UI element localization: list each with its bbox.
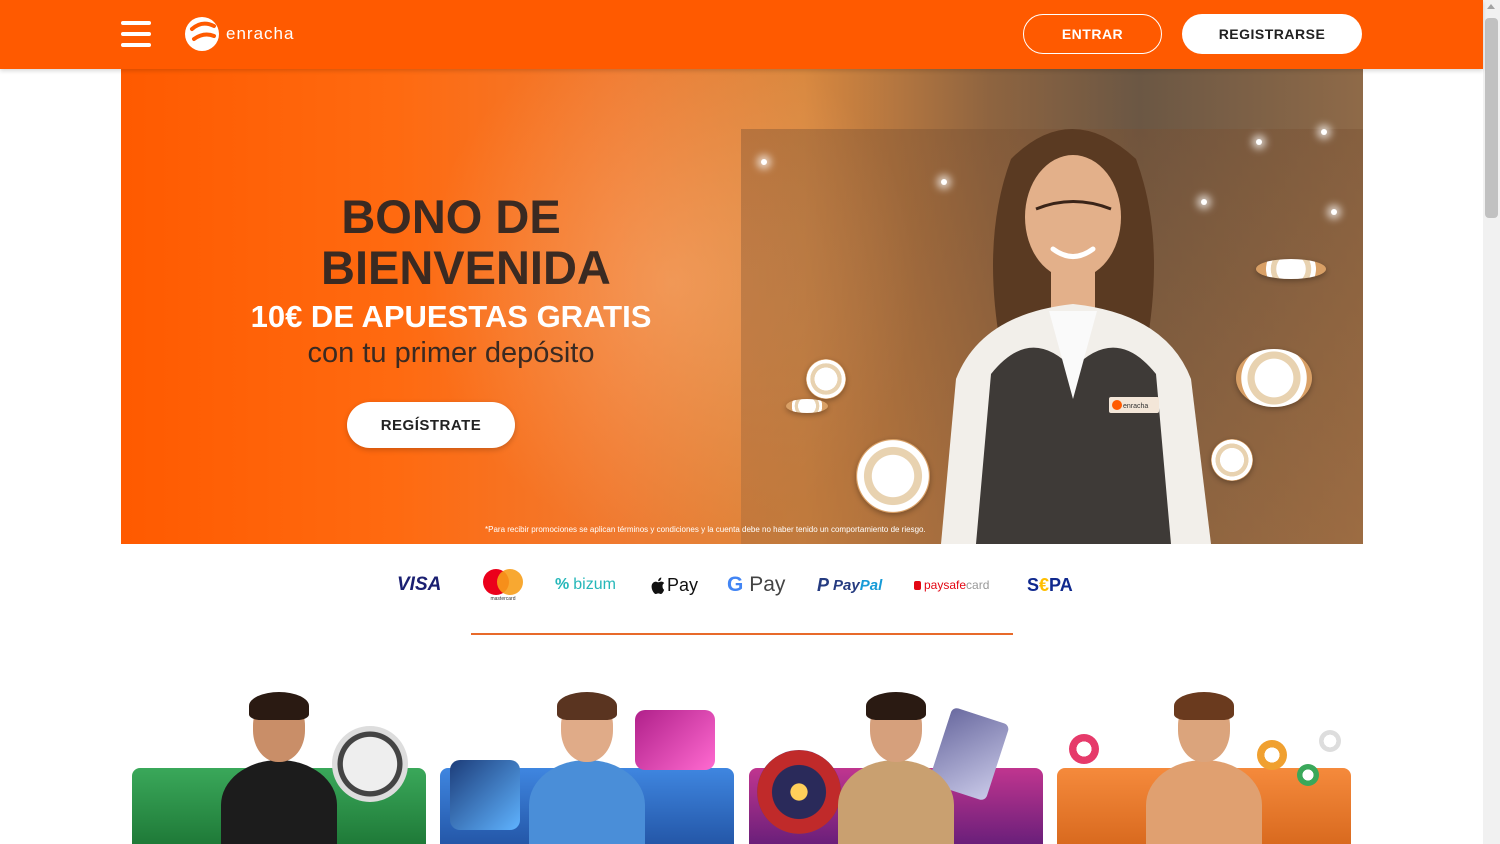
bingo-ball-icon xyxy=(1297,764,1319,786)
lock-icon xyxy=(914,580,921,590)
player-image xyxy=(1146,692,1262,844)
scroll-thumb[interactable] xyxy=(1485,18,1498,218)
casino-chip-icon xyxy=(806,359,846,399)
bingo-ball-icon xyxy=(1069,734,1099,764)
player-image xyxy=(838,692,954,844)
category-card-slots[interactable] xyxy=(440,690,734,844)
slot-machine-icon xyxy=(635,710,715,770)
top-header: enracha ENTRAR REGISTRARSE xyxy=(0,0,1483,69)
bingo-ball-icon xyxy=(1319,730,1341,752)
register-button[interactable]: REGISTRARSE xyxy=(1182,14,1362,54)
mastercard-circles-icon xyxy=(483,568,523,595)
ceiling-light xyxy=(761,159,767,165)
casino-chip-icon xyxy=(856,439,930,513)
banner-disclaimer: *Para recibir promociones se aplican tér… xyxy=(485,525,926,534)
ceiling-light xyxy=(1256,139,1262,145)
bizum-label: bizum xyxy=(573,576,616,593)
banner-title: BONO DE BIENVENIDA xyxy=(321,190,611,294)
casino-chip-icon xyxy=(1211,439,1253,481)
sepa-euro-icon: € xyxy=(1039,574,1050,595)
apple-pay-label: Pay xyxy=(667,574,699,595)
bizum-mark-icon: % xyxy=(555,576,570,593)
paysafecard-logo: paysafe card xyxy=(914,565,989,605)
logo-text: enracha xyxy=(226,24,295,43)
casino-chip-icon xyxy=(1256,259,1326,279)
welcome-bonus-banner[interactable]: enracha BONO DE BIENVENIDA 10€ DE APUEST… xyxy=(121,69,1363,544)
sepa-label-1: S xyxy=(1027,574,1040,595)
logo[interactable]: enracha xyxy=(184,14,294,54)
mastercard-label: mastercard xyxy=(490,595,516,602)
mastercard-logo: mastercard xyxy=(482,565,524,605)
scrollbar[interactable] xyxy=(1483,0,1500,844)
category-card-bingo[interactable] xyxy=(1057,690,1351,844)
casino-chip-icon xyxy=(786,399,828,413)
sepa-label-2: PA xyxy=(1049,574,1073,595)
paypal-label-1: Pay xyxy=(833,576,860,594)
page: enracha ENTRAR REGISTRARSE enracha BONO … xyxy=(0,0,1500,844)
roulette-icon xyxy=(757,750,841,834)
menu-icon[interactable] xyxy=(121,21,151,47)
player-image xyxy=(221,692,337,844)
ceiling-light xyxy=(1321,129,1327,135)
paysafe-card-label: card xyxy=(966,578,990,592)
paypal-p-icon: P xyxy=(817,574,830,595)
soccer-ball-icon xyxy=(332,726,408,802)
apple-icon xyxy=(651,577,665,594)
login-button[interactable]: ENTRAR xyxy=(1023,14,1162,54)
register-cta-button[interactable]: REGÍSTRATE xyxy=(347,402,515,448)
section-divider xyxy=(471,633,1013,635)
paypal-label-2: Pal xyxy=(859,576,883,594)
bingo-ball-icon xyxy=(1257,740,1287,770)
badge-text: enracha xyxy=(1123,403,1148,410)
slot-machine-icon xyxy=(450,760,520,830)
scroll-up-arrow-icon[interactable] xyxy=(1487,4,1495,9)
google-pay-logo: G Pay xyxy=(727,565,785,605)
sepa-logo: S € PA xyxy=(1027,565,1073,605)
category-card-casino[interactable] xyxy=(749,690,1043,844)
google-pay-label: Pay xyxy=(749,573,786,596)
banner-title-line1: BONO DE xyxy=(341,190,561,243)
paysafe-label: paysafe xyxy=(924,578,967,592)
casino-chip-icon xyxy=(1236,349,1312,407)
category-card-sports[interactable] xyxy=(132,690,426,844)
visa-logo: VISA xyxy=(397,574,442,595)
paypal-logo: P Pay Pal xyxy=(817,565,882,605)
banner-title-line2: BIENVENIDA xyxy=(321,241,611,294)
banner-subtitle-2: con tu primer depósito xyxy=(307,337,595,369)
banner-subtitle: 10€ DE APUESTAS GRATIS xyxy=(250,299,652,334)
player-image xyxy=(529,692,645,844)
payment-methods: VISA mastercard % bizum Pay G Pay P Pay P… xyxy=(397,565,1087,605)
apple-pay-logo: Pay xyxy=(651,565,698,605)
ceiling-light xyxy=(1331,209,1337,215)
google-g-icon: G xyxy=(727,573,744,596)
bizum-logo: % bizum xyxy=(555,565,616,605)
dealer-image: enracha xyxy=(941,129,1211,544)
logo-mark-icon xyxy=(185,17,219,51)
